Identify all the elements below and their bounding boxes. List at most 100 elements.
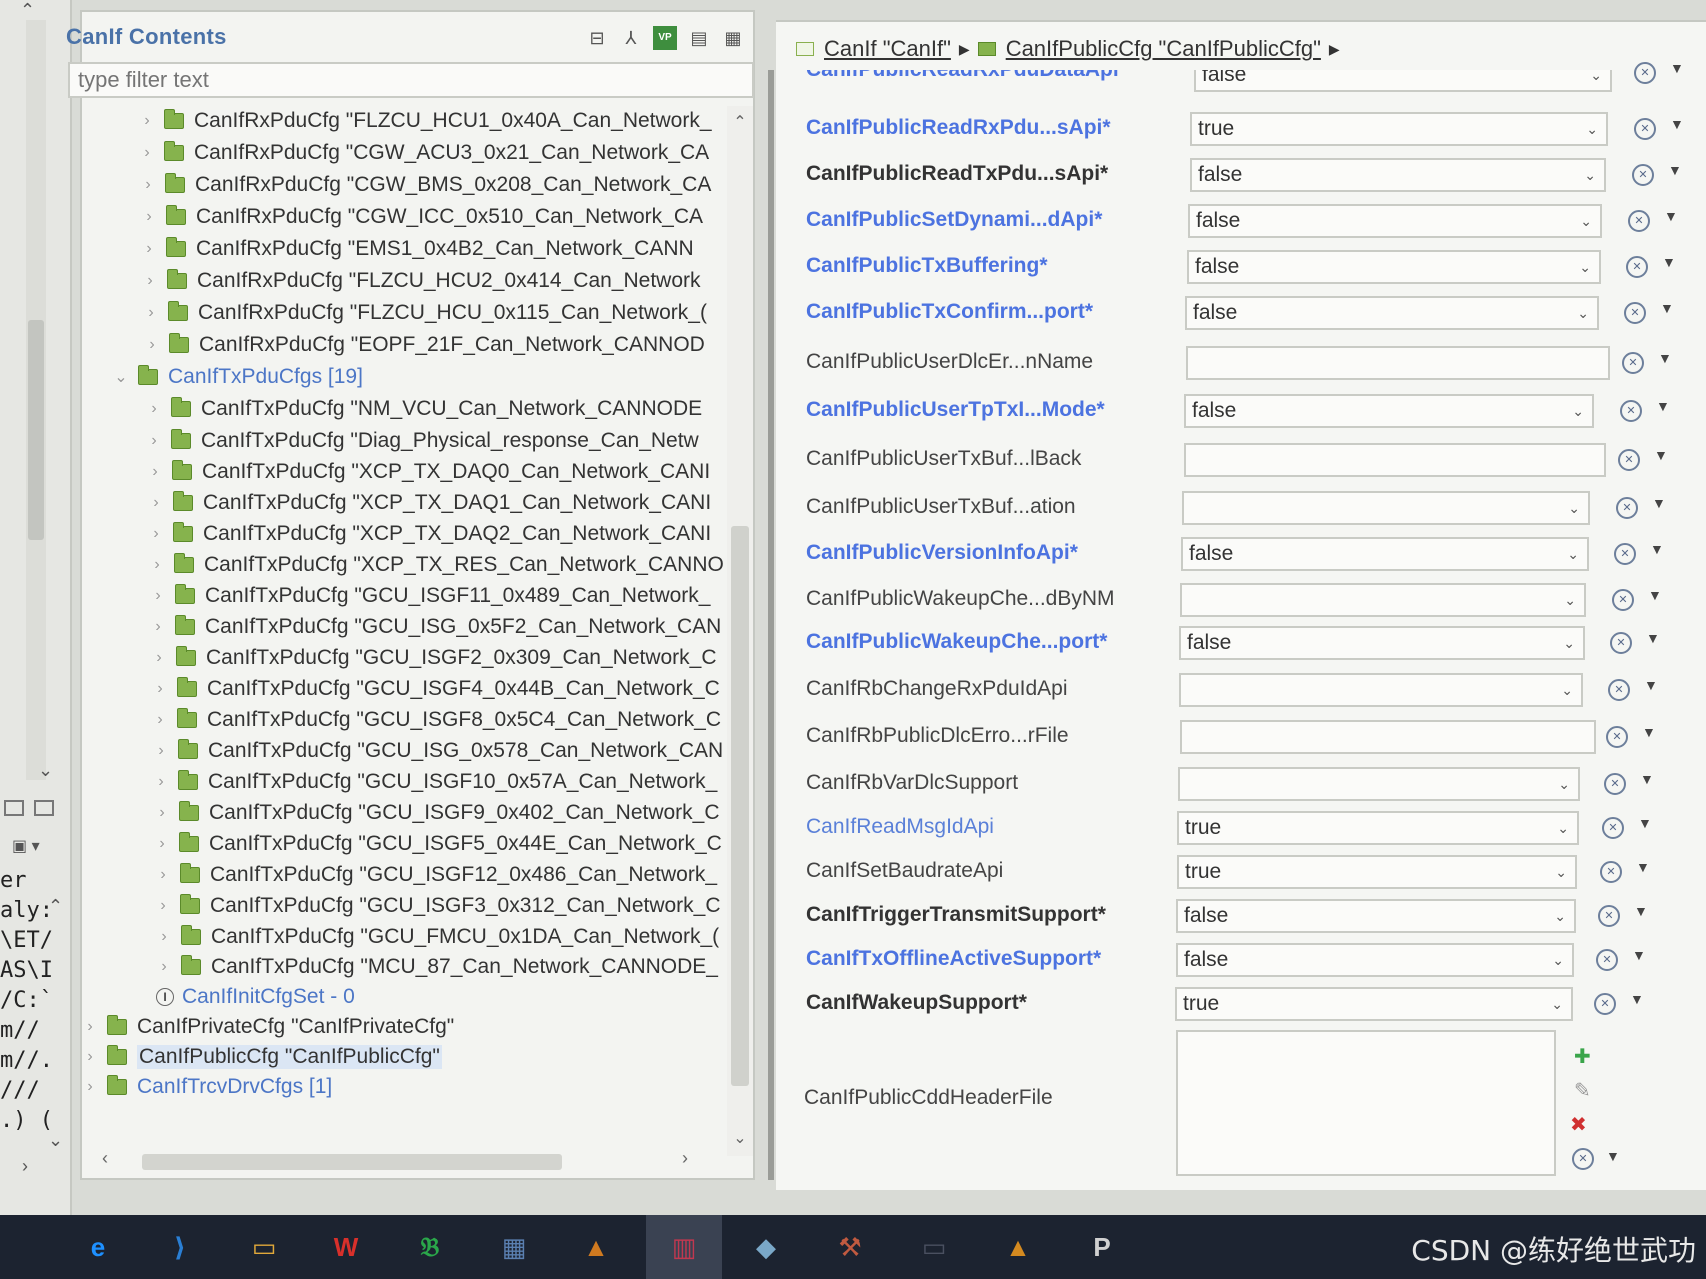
reset-icon[interactable]: ✕	[1606, 726, 1628, 748]
more-menu-icon[interactable]: ▼	[1638, 815, 1652, 831]
more-menu-icon[interactable]: ▼	[1664, 208, 1678, 224]
files-icon[interactable]: ▭	[244, 1227, 284, 1267]
more-menu-icon[interactable]: ▼	[1630, 991, 1644, 1007]
reset-icon[interactable]: ✕	[1626, 256, 1648, 278]
more-menu-icon[interactable]: ▼	[1640, 771, 1654, 787]
calculator-icon[interactable]: ▦	[494, 1227, 534, 1267]
reset-icon[interactable]: ✕	[1614, 543, 1636, 565]
matlab-icon[interactable]: ▲	[576, 1227, 616, 1267]
more-menu-icon[interactable]: ▼	[1670, 60, 1684, 76]
scroll-up-icon[interactable]: ⌃	[20, 0, 35, 21]
expand-right-icon[interactable]: ›	[81, 1048, 99, 1066]
more-menu-icon[interactable]: ▼	[1656, 398, 1670, 414]
property-combobox[interactable]: ⌄	[1180, 583, 1586, 617]
more-menu-icon[interactable]: ▼	[1660, 300, 1674, 316]
3d-icon[interactable]: ◆	[746, 1227, 786, 1267]
breadcrumb-canifpubliccfg[interactable]: CanIfPublicCfg "CanIfPublicCfg"	[1006, 36, 1321, 62]
reset-icon[interactable]: ✕	[1608, 679, 1630, 701]
chevron-down-icon[interactable]: ⌄	[1580, 206, 1592, 236]
chevron-down-icon[interactable]: ⌄	[1561, 675, 1573, 705]
property-combobox[interactable]: false ⌄	[1184, 394, 1594, 428]
reset-icon[interactable]: ✕	[1618, 449, 1640, 471]
hierarchy-icon[interactable]: ⅄	[619, 26, 643, 50]
reset-icon[interactable]: ✕	[1628, 210, 1650, 232]
property-combobox[interactable]: false ⌄	[1179, 626, 1585, 660]
reset-icon[interactable]: ✕	[1620, 400, 1642, 422]
property-combobox[interactable]: true ⌄	[1177, 855, 1577, 889]
reset-icon[interactable]: ✕	[1622, 352, 1644, 374]
reset-icon[interactable]: ✕	[1624, 302, 1646, 324]
chevron-down-icon[interactable]: ⌄	[1567, 539, 1579, 569]
app-icon[interactable]: ▥	[664, 1227, 704, 1267]
more-menu-icon[interactable]: ▼	[1636, 859, 1650, 875]
tree-item[interactable]: › CanIfPublicCfg "CanIfPublicCfg"	[81, 1042, 442, 1072]
tree-hscroll-thumb[interactable]	[142, 1154, 562, 1170]
cdd-header-list[interactable]	[1176, 1030, 1556, 1176]
tree-scroll-left-icon[interactable]: ‹	[102, 1148, 108, 1169]
property-combobox[interactable]: false ⌄	[1190, 158, 1606, 192]
property-combobox[interactable]: false ⌄	[1188, 204, 1602, 238]
more-menu-icon[interactable]: ▼	[1634, 903, 1648, 919]
more-menu-icon[interactable]: ▼	[1668, 162, 1682, 178]
property-combobox[interactable]: false ⌄	[1176, 899, 1576, 933]
more-menu-icon[interactable]: ▼	[1652, 495, 1666, 511]
chevron-down-icon[interactable]: ⌄	[1586, 114, 1598, 144]
chevron-down-icon[interactable]: ⌄	[1558, 769, 1570, 799]
more-menu-icon[interactable]: ▼	[1662, 254, 1676, 270]
property-text-input[interactable]	[1186, 346, 1610, 380]
tree-scroll-down-icon[interactable]: ⌄	[727, 1128, 753, 1148]
table-icon[interactable]: ▦	[721, 26, 745, 50]
reset-icon[interactable]: ✕	[1572, 1148, 1594, 1170]
reset-icon[interactable]: ✕	[1602, 817, 1624, 839]
gallery-icon[interactable]: 𝔅	[410, 1227, 450, 1267]
chevron-down-icon[interactable]: ⌄	[1554, 901, 1566, 931]
wps-icon[interactable]: W	[326, 1227, 366, 1267]
more-menu-icon[interactable]: ▼	[1606, 1148, 1620, 1164]
chevron-down-icon[interactable]: ⌄	[1579, 252, 1591, 282]
tree-item[interactable]: › CanIfTrcvDrvCfgs [1]	[81, 1072, 332, 1102]
property-combobox[interactable]: false ⌄	[1185, 296, 1599, 330]
more-menu-icon[interactable]: ▼	[1644, 677, 1658, 693]
chevron-down-icon[interactable]: ⌄	[1577, 298, 1589, 328]
document-icon[interactable]: ▤	[687, 26, 711, 50]
property-combobox[interactable]: false ⌄	[1176, 943, 1574, 977]
tree-horizontal-scrollbar[interactable]: ‹ ›	[102, 1148, 712, 1174]
property-combobox[interactable]: true ⌄	[1177, 811, 1579, 845]
matlab2-icon[interactable]: ▲	[998, 1227, 1038, 1267]
property-combobox[interactable]: ⌄	[1182, 491, 1590, 525]
terminal-icon[interactable]: ▭	[914, 1227, 954, 1267]
vscode-icon[interactable]: ⟩	[160, 1227, 200, 1267]
reset-icon[interactable]: ✕	[1604, 773, 1626, 795]
chevron-down-icon[interactable]: ⌄	[1563, 628, 1575, 658]
chevron-down-icon[interactable]: ⌄	[1557, 813, 1569, 843]
more-menu-icon[interactable]: ▼	[1650, 541, 1664, 557]
edit-icon[interactable]: ✎	[1574, 1078, 1591, 1103]
tree-scroll-right-icon[interactable]: ›	[682, 1148, 688, 1169]
chevron-down-icon[interactable]: ⌄	[1551, 989, 1563, 1019]
property-combobox[interactable]: true ⌄	[1190, 112, 1608, 146]
add-icon[interactable]: ✚	[1574, 1044, 1591, 1069]
breadcrumb-arrow-icon[interactable]: ▶	[959, 41, 970, 58]
reset-icon[interactable]: ✕	[1612, 589, 1634, 611]
property-combobox[interactable]: ⌄	[1178, 767, 1580, 801]
chevron-down-icon[interactable]: ⌄	[1568, 493, 1580, 523]
chevron-down-icon[interactable]: ⌄	[1564, 585, 1576, 615]
reset-icon[interactable]: ✕	[1610, 632, 1632, 654]
breadcrumb-canif[interactable]: CanIf "CanIf"	[824, 36, 951, 62]
more-menu-icon[interactable]: ▼	[1642, 724, 1656, 740]
property-text-input[interactable]	[1184, 443, 1606, 477]
delete-icon[interactable]: ✖	[1570, 1112, 1587, 1137]
sliver-scroll-down-icon[interactable]: ⌄	[48, 1130, 63, 1151]
reset-icon[interactable]: ✕	[1594, 993, 1616, 1015]
reset-icon[interactable]: ✕	[1596, 949, 1618, 971]
reset-icon[interactable]: ✕	[1634, 62, 1656, 84]
property-combobox[interactable]: false ⌄	[1181, 537, 1589, 571]
chevron-down-icon[interactable]: ⌄	[1552, 945, 1564, 975]
more-menu-icon[interactable]: ▼	[1654, 447, 1668, 463]
chevron-down-icon[interactable]: ⌄	[1584, 160, 1596, 190]
p-icon[interactable]: P	[1082, 1227, 1122, 1267]
more-menu-icon[interactable]: ▼	[1670, 116, 1684, 132]
property-combobox[interactable]: false ⌄	[1187, 250, 1601, 284]
edge-icon[interactable]: e	[78, 1227, 118, 1267]
tool-icon[interactable]: ⚒	[830, 1227, 870, 1267]
